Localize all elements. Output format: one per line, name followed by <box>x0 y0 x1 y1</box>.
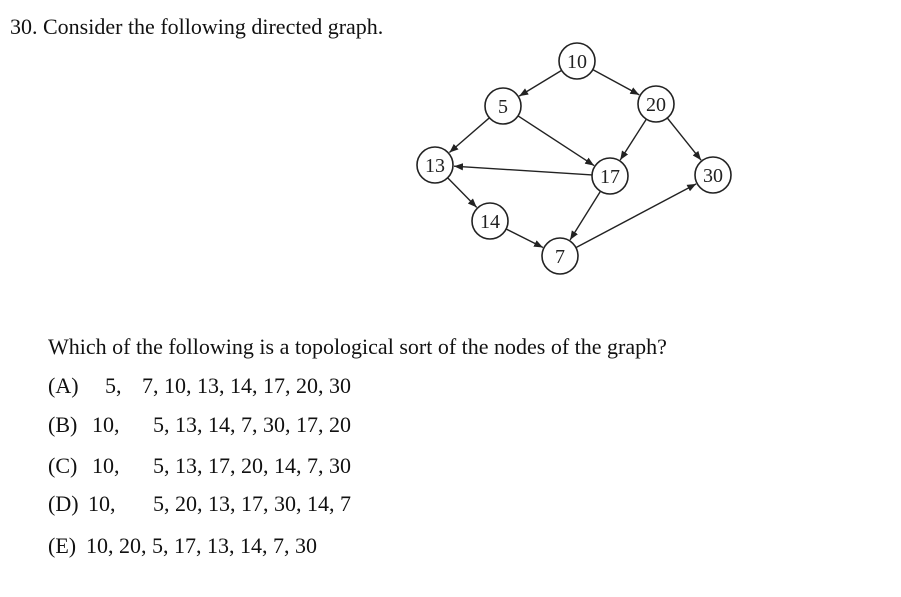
node-label: 30 <box>703 165 723 187</box>
edge-5-to-13 <box>448 117 490 154</box>
option-letter: (D) <box>48 491 79 516</box>
question-prompt: Which of the following is a topological … <box>48 334 667 359</box>
node-label: 14 <box>480 211 500 233</box>
graph-node-14: 14 <box>471 202 509 240</box>
graph-node-30: 30 <box>694 156 732 194</box>
node-label: 13 <box>425 155 445 177</box>
option-first-node: 10, <box>88 491 116 516</box>
edge-20-to-30 <box>666 117 702 161</box>
option-c[interactable]: (C) 10, 5, 13, 17, 20, 14, 7, 30 <box>48 452 351 480</box>
edge-10-to-20 <box>592 68 640 96</box>
edge-14-to-7 <box>505 228 544 249</box>
option-sequence: 7, 10, 13, 14, 17, 20, 30 <box>142 373 351 398</box>
option-first-node: 5, <box>105 373 122 398</box>
edge-17-to-13 <box>453 163 593 176</box>
edge-7-to-30 <box>575 183 697 249</box>
node-label: 20 <box>646 94 666 116</box>
edge-10-to-5 <box>518 69 562 97</box>
graph-node-5: 5 <box>484 87 522 125</box>
graph-node-20: 20 <box>637 85 675 123</box>
node-label: 7 <box>555 246 565 268</box>
graph-node-7: 7 <box>541 237 579 275</box>
node-label: 17 <box>600 166 620 188</box>
edge-20-to-17 <box>619 118 647 161</box>
edge-13-to-14 <box>447 177 478 208</box>
option-e[interactable]: (E) 10, 20, 5, 17, 13, 14, 7, 30 <box>48 532 317 560</box>
option-first-node: 10, <box>92 453 120 478</box>
node-label: 10 <box>567 51 587 73</box>
option-sequence: 5, 20, 13, 17, 30, 14, 7 <box>153 491 351 516</box>
option-a[interactable]: (A) 5, 7, 10, 13, 14, 17, 20, 30 <box>48 372 351 400</box>
directed-graph: 10 5 20 13 17 30 14 7 <box>416 42 732 275</box>
option-sequence: 5, 13, 17, 20, 14, 7, 30 <box>153 453 351 478</box>
edge-5-to-17 <box>517 115 595 167</box>
option-first-node: 10, <box>92 412 120 437</box>
option-letter: (B) <box>48 412 78 437</box>
node-label: 5 <box>498 96 508 118</box>
graph-node-17: 17 <box>591 157 629 195</box>
option-d[interactable]: (D) 10, 5, 20, 13, 17, 30, 14, 7 <box>48 490 351 518</box>
option-letter: (A) <box>48 373 79 398</box>
option-sequence: 5, 13, 14, 7, 30, 17, 20 <box>153 412 351 437</box>
graph-nodes: 10 5 20 13 17 30 14 7 <box>416 42 732 275</box>
option-sequence: 10, 20, 5, 17, 13, 14, 7, 30 <box>86 533 317 558</box>
graph-node-10: 10 <box>558 42 596 80</box>
option-b[interactable]: (B) 10, 5, 13, 14, 7, 30, 17, 20 <box>48 411 351 439</box>
graph-node-13: 13 <box>416 146 454 184</box>
edge-17-to-7 <box>569 190 602 241</box>
option-letter: (E) <box>48 533 77 558</box>
option-letter: (C) <box>48 453 78 478</box>
